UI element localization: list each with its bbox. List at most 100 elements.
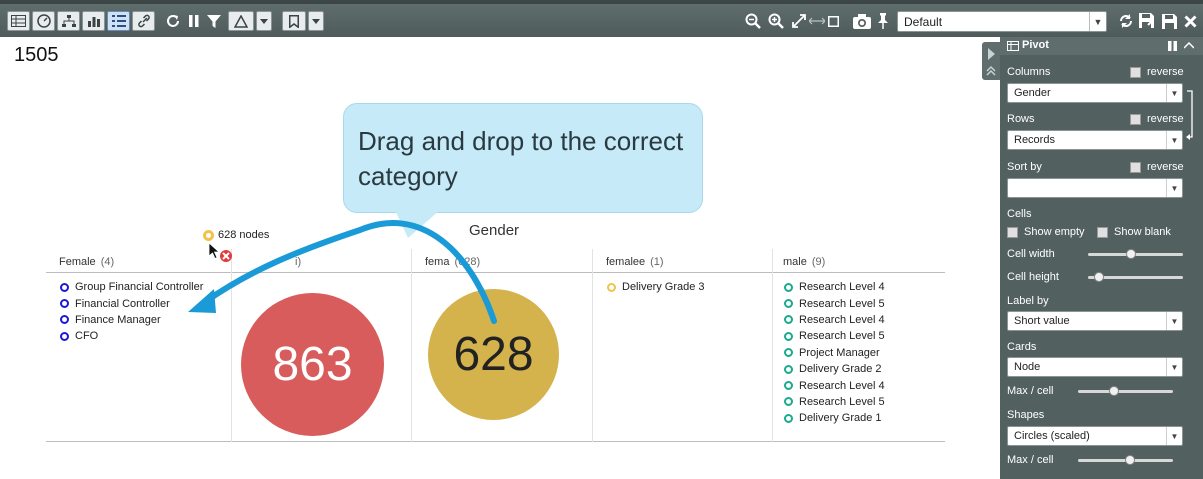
cell-height-label: Cell height	[1007, 271, 1059, 283]
link-icon[interactable]	[132, 11, 155, 31]
chevron-down-icon: ▼	[1166, 84, 1182, 102]
camera-icon[interactable]	[851, 11, 873, 31]
sort-select[interactable]: ▼	[1007, 178, 1183, 198]
list-item[interactable]: Project Manager	[784, 345, 885, 361]
shapes-select[interactable]: Circles (scaled) ▼	[1007, 426, 1183, 446]
pause-icon[interactable]	[1168, 41, 1178, 51]
drag-ghost: 628 nodes	[203, 229, 269, 241]
drag-label: 628 nodes	[218, 229, 270, 241]
list-item[interactable]: Group Financial Controller	[60, 279, 203, 295]
dashboard-icon[interactable]	[32, 11, 55, 31]
node-icon	[607, 282, 616, 292]
list-item[interactable]: Delivery Grade 3	[607, 279, 705, 295]
list-item[interactable]: Research Level 5	[784, 295, 885, 311]
cards-label: Cards	[1007, 341, 1037, 353]
refresh-icon[interactable]	[163, 11, 183, 31]
save-icon[interactable]	[1160, 11, 1178, 31]
list-item[interactable]: Research Level 4	[784, 377, 885, 393]
label-by-select[interactable]: Short value ▼	[1007, 311, 1183, 331]
cards-select[interactable]: Node ▼	[1007, 357, 1183, 377]
list-item[interactable]: CFO	[60, 328, 203, 344]
filter-icon[interactable]	[204, 11, 224, 31]
card-list: Research Level 4 Research Level 5 Resear…	[784, 279, 885, 427]
grid-title: Gender	[469, 222, 520, 239]
table-view-icon[interactable]	[7, 11, 30, 31]
frame-icon[interactable]	[826, 11, 840, 31]
list-item[interactable]: Financial Controller	[60, 295, 203, 311]
list-item[interactable]: Research Level 4	[784, 312, 885, 328]
chevron-down-icon[interactable]	[308, 11, 324, 31]
node-icon	[784, 348, 793, 358]
pause-icon[interactable]	[185, 11, 203, 31]
reload-icon[interactable]	[1117, 11, 1135, 31]
node-icon	[784, 315, 793, 325]
list-item[interactable]: Delivery Grade 2	[784, 361, 885, 377]
node-icon	[60, 315, 69, 325]
slider-knob[interactable]	[1109, 386, 1120, 396]
column-header[interactable]: i)	[290, 256, 301, 268]
swap-icon[interactable]	[1186, 88, 1196, 140]
zoom-out-icon[interactable]	[744, 11, 762, 31]
chevron-down-icon[interactable]	[256, 11, 272, 31]
pin-icon[interactable]	[874, 11, 892, 31]
delta-icon[interactable]	[228, 11, 254, 31]
view-select[interactable]: Default ▼	[897, 11, 1107, 32]
sort-reverse-checkbox[interactable]: reverse	[1130, 161, 1184, 173]
list-item[interactable]: Research Level 5	[784, 328, 885, 344]
rows-reverse-checkbox[interactable]: reverse	[1130, 113, 1184, 125]
label-by-label: Label by	[1007, 295, 1049, 307]
show-blank-checkbox[interactable]: Show blank	[1097, 226, 1171, 238]
save-as-icon[interactable]	[1138, 11, 1156, 31]
close-icon[interactable]	[1181, 11, 1199, 31]
chevron-down-icon: ▼	[1166, 427, 1182, 445]
chevron-down-icon: ▼	[1166, 179, 1182, 197]
fit-icon[interactable]	[790, 11, 808, 31]
count-bubble[interactable]: 863	[241, 293, 384, 436]
slider-knob[interactable]	[1094, 272, 1105, 282]
chevron-down-icon: ▼	[1166, 312, 1182, 330]
bookmark-icon[interactable]	[282, 11, 306, 31]
column-header[interactable]: femalee (1)	[606, 256, 664, 268]
node-icon	[784, 331, 793, 341]
list-item[interactable]: Research Level 4	[784, 279, 885, 295]
panel-collapse-tab[interactable]	[982, 42, 1000, 80]
shapes-max-slider[interactable]	[1078, 455, 1173, 465]
node-icon	[60, 331, 69, 341]
view-select-value: Default	[904, 15, 943, 29]
count-bubble[interactable]: 628	[428, 289, 559, 420]
cards-max-slider[interactable]	[1078, 386, 1173, 396]
column-header[interactable]: fema (628)	[425, 256, 480, 268]
chevron-down-icon: ▼	[1089, 12, 1106, 31]
list-item[interactable]: Research Level 5	[784, 394, 885, 410]
zoom-in-icon[interactable]	[767, 11, 785, 31]
slider-knob[interactable]	[1125, 249, 1136, 259]
cell-height-slider[interactable]	[1088, 272, 1183, 282]
columns-label: Columns	[1007, 66, 1051, 78]
node-icon	[784, 282, 793, 292]
columns-reverse-checkbox[interactable]: reverse	[1130, 66, 1184, 78]
sort-label: Sort by	[1007, 161, 1042, 173]
shapes-max-label: Max / cell	[1007, 454, 1054, 466]
list-item[interactable]: Delivery Grade 1	[784, 410, 885, 426]
hierarchy-icon[interactable]	[57, 11, 80, 31]
cell-width-slider[interactable]	[1088, 249, 1183, 259]
list-item[interactable]: Finance Manager	[60, 312, 203, 328]
grid-column-fema: fema (628) 628	[411, 249, 592, 442]
pivot-grid: Female (4) Group Financial Controller Fin…	[46, 249, 945, 442]
cells-label: Cells	[1007, 208, 1032, 220]
grid-icon	[1007, 41, 1019, 51]
chevron-up-icon[interactable]	[1184, 42, 1194, 49]
node-icon	[784, 364, 793, 374]
columns-select[interactable]: Gender ▼	[1007, 83, 1183, 103]
show-empty-checkbox[interactable]: Show empty	[1007, 226, 1085, 238]
column-header[interactable]: Female (4)	[59, 256, 114, 268]
node-icon	[203, 229, 214, 241]
list-view-icon[interactable]	[107, 11, 130, 31]
instruction-callout: Drag and drop to the correct category	[343, 103, 703, 213]
slider-knob[interactable]	[1125, 455, 1136, 465]
width-arrows-icon	[808, 11, 826, 31]
card-list: Group Financial Controller Financial Con…	[60, 279, 203, 345]
column-header[interactable]: male (9)	[783, 256, 825, 268]
rows-select[interactable]: Records ▼	[1007, 130, 1183, 150]
bar-chart-icon[interactable]	[82, 11, 105, 31]
